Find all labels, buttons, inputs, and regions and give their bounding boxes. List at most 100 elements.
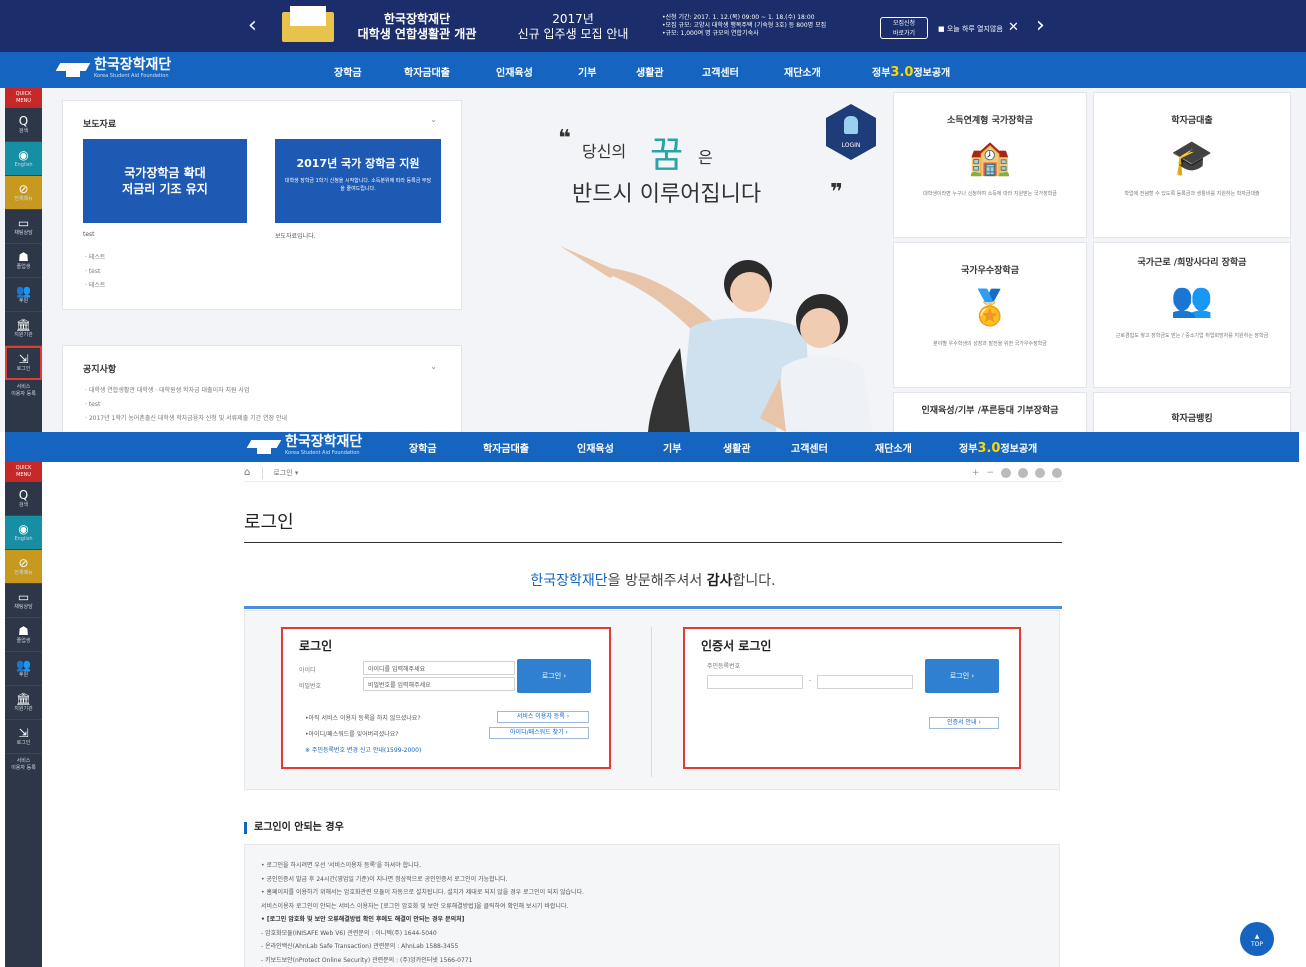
tile-excellence-scholarship[interactable]: 국가우수장학금 🏅 분야별 우수학생의 성장과 발전을 위한 국가우수장학금: [893, 242, 1087, 388]
menu-item-about[interactable]: 재단소개: [784, 64, 872, 80]
home-icon[interactable]: ⌂: [244, 467, 250, 478]
promo-next-button[interactable]: ›: [1036, 13, 1045, 38]
promo-apply-button[interactable]: 모집신청 바로가기: [880, 17, 928, 39]
list-item[interactable]: · 대학생 연합생활관 대학생 · 대학원생 학자금 대출이자 지원 사업: [85, 384, 287, 398]
quick-chat[interactable]: ▭ 채팅상담: [5, 210, 42, 244]
menu-item-support[interactable]: 고객센터: [702, 64, 784, 80]
quick-sponsor[interactable]: 👥 후원: [5, 652, 42, 686]
quick-institution[interactable]: 🏛 지원기관: [5, 312, 42, 346]
list-item[interactable]: · test: [85, 398, 287, 412]
quick-chat[interactable]: ▭ 채팅상담: [5, 584, 42, 618]
share-icon[interactable]: [1052, 467, 1062, 478]
close-icon[interactable]: ✕: [1008, 20, 1019, 35]
hide-today-checkbox[interactable]: ■ 오늘 하루 열지않음: [938, 24, 1003, 34]
id-input[interactable]: 아이디를 입력해주세요: [363, 661, 515, 675]
id-login-panel: 로그인 아이디 아이디를 입력해주세요 비밀번호 비밀번호를 입력해주세요 로그…: [281, 627, 611, 769]
menu-item-scholarship[interactable]: 장학금: [409, 440, 483, 456]
list-item: - 온라인백신(AhnLab Safe Transaction) 관련문의 : …: [261, 943, 459, 950]
print-icon[interactable]: [1001, 467, 1011, 478]
list-item: • 홈페이지를 이용하기 위해서는 암호화관련 모듈이 자동으로 설치됩니다. …: [261, 889, 585, 896]
press-heading: 보도자료: [83, 120, 117, 130]
menu-item-about[interactable]: 재단소개: [875, 440, 959, 456]
press-caption[interactable]: test: [83, 231, 95, 238]
quick-sponsor[interactable]: 👥 후원: [5, 278, 42, 312]
register-question: •아직 서비스 이용자 등록을 하지 않으셨나요?: [305, 715, 421, 722]
chevron-down-icon[interactable]: ⌄: [430, 115, 437, 124]
quick-label: 전체메뉴: [14, 570, 33, 576]
menu-item-loan[interactable]: 학자금대출: [404, 64, 496, 80]
quick-search[interactable]: Q 검색: [5, 482, 42, 516]
login-badge[interactable]: LOGIN: [826, 104, 876, 160]
quick-register[interactable]: 서비스 이용자 등록: [5, 380, 42, 402]
graduation-cap-icon: [58, 61, 88, 77]
site-logo[interactable]: 한국장학재단 Korea Student Aid Foundation: [249, 435, 362, 456]
quick-login[interactable]: ⇲ 로그인: [5, 720, 42, 754]
quick-label: 검색: [18, 502, 29, 508]
quick-graduate[interactable]: ☗ 졸업생: [5, 618, 42, 652]
quick-label: 지원기관: [14, 332, 33, 338]
hero-dream: 꿈: [650, 135, 684, 176]
chevron-down-icon[interactable]: ⌄: [430, 362, 437, 371]
menu-item-gov30[interactable]: 정부3.0정보공개: [959, 440, 1037, 456]
menu-item-donation[interactable]: 기부: [578, 64, 636, 80]
menu-item-talent[interactable]: 인재육성: [577, 440, 663, 456]
quick-search[interactable]: Q 검색: [5, 108, 42, 142]
tile-loan-banking[interactable]: 학자금뱅킹: [1093, 392, 1291, 432]
promo-detail: •신청 기간: 2017. 1. 12.(목) 09:00 ~ 1. 18.(수…: [662, 14, 815, 21]
menu-item-scholarship[interactable]: 장학금: [334, 64, 404, 80]
rrn-front-input[interactable]: [707, 675, 803, 689]
login-area: 로그인 아이디 아이디를 입력해주세요 비밀번호 비밀번호를 입력해주세요 로그…: [244, 610, 1060, 790]
quick-all-menu[interactable]: ⊘ 전체메뉴: [5, 176, 42, 210]
breadcrumb-current[interactable]: 로그인 ▾: [273, 468, 298, 478]
quick-label: 후원: [18, 298, 29, 304]
twitter-icon[interactable]: [1035, 467, 1045, 478]
tile-national-scholarship[interactable]: 소득연계형 국가장학금 🏫 대학생이라면 누구나 신청하여 소득에 따라 지원받…: [893, 92, 1087, 238]
login-button[interactable]: 로그인 ›: [517, 659, 591, 693]
cert-guide-button[interactable]: 인증서 안내 ›: [929, 717, 999, 729]
quick-register-2: 이용자 등록: [11, 391, 36, 397]
promo-prev-button[interactable]: ‹: [248, 13, 257, 38]
menu-item-donation[interactable]: 기부: [663, 440, 723, 456]
register-button[interactable]: 서비스 이용자 등록 ›: [497, 711, 589, 723]
menu-item-support[interactable]: 고객센터: [791, 440, 875, 456]
press-banner-1[interactable]: 국가장학금 확대 저금리 기조 유지: [83, 139, 247, 223]
quick-register[interactable]: 서비스 이용자 등록: [5, 754, 42, 776]
press-banner-2[interactable]: 2017년 국가 장학금 지원 대학생 장학금 1학기 신청을 시작합니다. 소…: [275, 139, 441, 223]
building-icon: 🏛: [15, 692, 32, 706]
quote-open-icon: ❝: [558, 126, 571, 151]
quick-english[interactable]: ◉ English: [5, 516, 42, 550]
list-item[interactable]: 서비스이용자 로그인이 안되는 서비스 이용자는 [로그인 암호화 및 보안 오…: [261, 900, 1043, 914]
list-item[interactable]: · test: [85, 265, 105, 279]
facebook-icon[interactable]: [1018, 467, 1028, 478]
menu-item-gov30[interactable]: 정부3.0정보공개: [872, 64, 950, 80]
tile-desc: 대학생이라면 누구나 신청하여 소득에 따라 지원받는 국가장학금: [923, 191, 1057, 197]
zoom-in-icon[interactable]: +: [972, 468, 980, 478]
list-item[interactable]: · 2017년 1학기 농어촌출신 대학생 학자금융자 신청 및 서류제출 기간…: [85, 412, 287, 426]
site-logo[interactable]: 한국장학재단 Korea Student Aid Foundation: [58, 58, 171, 79]
quick-all-menu[interactable]: ⊘ 전체메뉴: [5, 550, 42, 584]
tile-student-loan[interactable]: 학자금대출 🎓 학업에 전념할 수 있도록 등록금과 생활비를 지원하는 학자금…: [1093, 92, 1291, 238]
press-release-card: 보도자료 ⌄ 국가장학금 확대 저금리 기조 유지 2017년 국가 장학금 지…: [62, 100, 462, 310]
list-item[interactable]: · 테스트: [85, 251, 105, 265]
quick-institution[interactable]: 🏛 지원기관: [5, 686, 42, 720]
quick-title-1: QUICK: [15, 91, 32, 97]
quick-login[interactable]: ⇲ 로그인: [5, 346, 42, 380]
rrn-back-input[interactable]: [817, 675, 913, 689]
menu-item-dormitory[interactable]: 생활관: [723, 440, 791, 456]
quick-graduate[interactable]: ☗ 졸업생: [5, 244, 42, 278]
password-input[interactable]: 비밀번호를 입력해주세요: [363, 677, 515, 691]
menu-item-loan[interactable]: 학자금대출: [483, 440, 577, 456]
cert-login-button[interactable]: 로그인 ›: [925, 659, 999, 693]
menu-item-dormitory[interactable]: 생활관: [636, 64, 702, 80]
list-item[interactable]: · 테스트: [85, 279, 105, 293]
scroll-top-button[interactable]: ▲ TOP: [1240, 922, 1274, 956]
press-caption[interactable]: 보도자료입니다.: [275, 231, 316, 240]
tile-work-scholarship[interactable]: 국가근로 /희망사다리 장학금 👥 근로경험도 쌓고 장학금도 받는 / 중소기…: [1093, 242, 1291, 388]
rrn-change-notice-link[interactable]: ※ 주민등록번호 변경 신고 안내(1599-2000): [305, 745, 421, 754]
zoom-out-icon[interactable]: −: [986, 468, 994, 478]
notice-list: · 대학생 연합생활관 대학생 · 대학원생 학자금 대출이자 지원 사업 · …: [85, 384, 287, 426]
tile-donation-scholarship[interactable]: 인재육성/기부 /푸른등대 기부장학금: [893, 392, 1087, 432]
menu-item-talent[interactable]: 인재육성: [496, 64, 578, 80]
quick-english[interactable]: ◉ English: [5, 142, 42, 176]
find-id-password-button[interactable]: 아이디/패스워드 찾기 ›: [489, 727, 589, 739]
